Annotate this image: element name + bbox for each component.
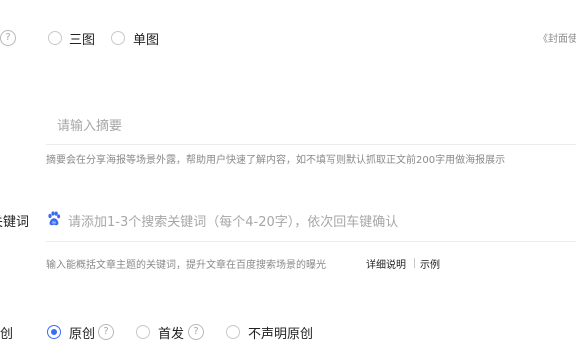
originality-none-radio[interactable] — [226, 325, 240, 339]
keywords-example-link[interactable]: 示例 — [420, 256, 440, 271]
cover-option-three-radio[interactable] — [48, 31, 62, 45]
svg-text:du: du — [52, 220, 56, 225]
keywords-detail-link[interactable]: 详细说明 — [366, 256, 406, 271]
cover-option-single-radio[interactable] — [111, 31, 125, 45]
cover-option-three-label[interactable]: 三图 — [69, 29, 95, 48]
keywords-link-separator — [414, 258, 415, 268]
keywords-field-label: 关键词 — [0, 215, 30, 230]
originality-first-label[interactable]: 首发 — [158, 323, 184, 342]
originality-original-radio[interactable] — [47, 325, 61, 339]
keywords-input[interactable]: 请添加1-3个搜索关键词（每个4-20字），依次回车键确认 — [68, 211, 568, 230]
keywords-underline — [46, 241, 576, 242]
originality-field-label: 原创 — [0, 327, 14, 342]
originality-none-label[interactable]: 不声明原创 — [248, 323, 313, 342]
summary-hint: 摘要会在分享海报等场景外露，帮助用户快速了解内容，如不填写则默认抓取正文前200… — [46, 155, 506, 166]
originality-first-radio[interactable] — [136, 325, 150, 339]
cover-side-tag: 《封面使 — [538, 34, 576, 45]
originality-original-label[interactable]: 原创 — [69, 323, 95, 342]
cover-help-icon[interactable]: ? — [0, 30, 16, 46]
cover-option-single-label[interactable]: 单图 — [133, 29, 159, 48]
originality-first-help-icon[interactable]: ? — [188, 324, 204, 340]
summary-input[interactable]: 请输入摘要 — [57, 115, 567, 134]
baidu-paw-icon: du — [47, 211, 61, 227]
summary-underline — [46, 144, 576, 145]
originality-original-help-icon[interactable]: ? — [98, 324, 114, 340]
keywords-hint: 输入能概括文章主题的关键词，提升文章在百度搜索场景的曝光 — [46, 260, 326, 271]
